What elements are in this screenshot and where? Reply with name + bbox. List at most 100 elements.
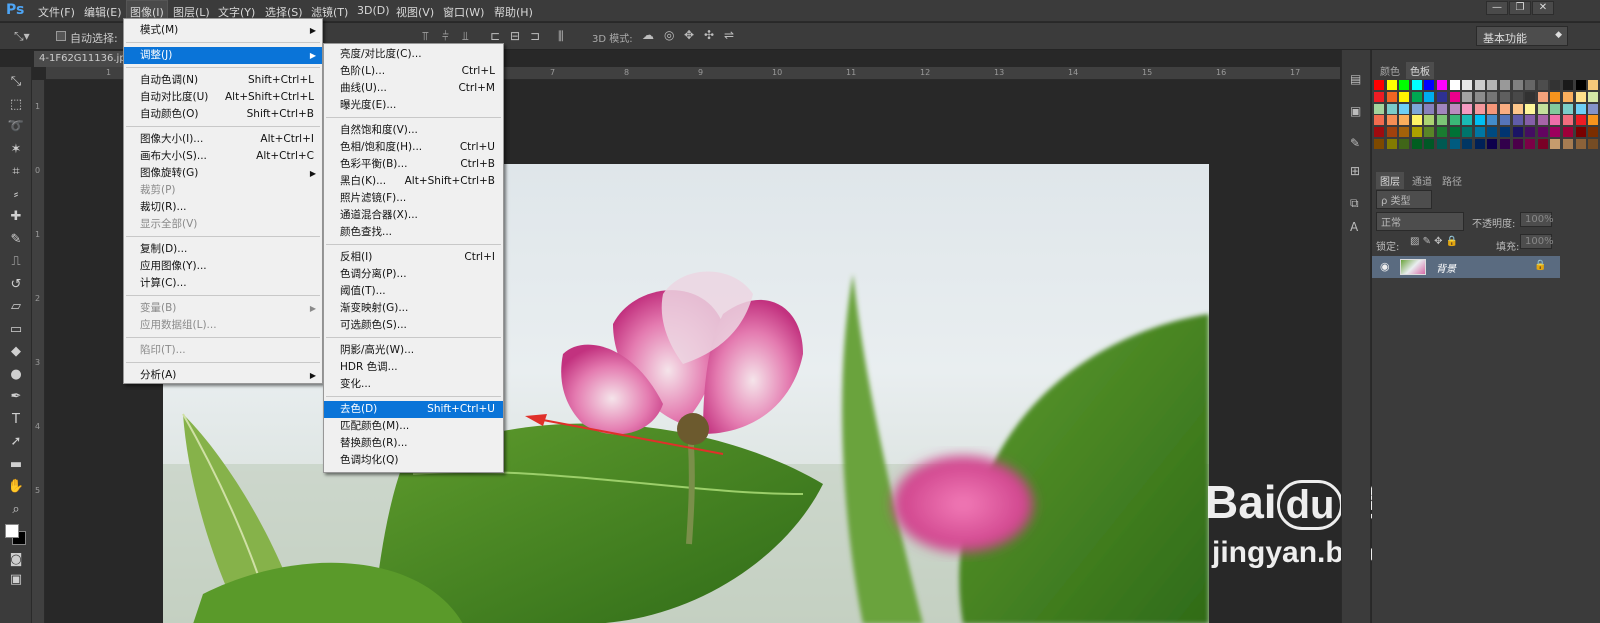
color-swatch[interactable] xyxy=(1575,91,1586,102)
color-swatch[interactable] xyxy=(1588,115,1599,126)
color-swatch[interactable] xyxy=(1424,115,1435,126)
pen-tool-icon[interactable]: ✒ xyxy=(7,388,25,406)
3d-roll-icon[interactable]: ◎ xyxy=(664,28,674,42)
color-swatch[interactable] xyxy=(1437,139,1447,149)
menu-9[interactable]: 窗口(W) xyxy=(443,4,484,20)
color-swatch[interactable] xyxy=(1411,80,1422,90)
color-swatch[interactable] xyxy=(1500,103,1510,114)
menu-item[interactable]: 反相(I) Ctrl+I xyxy=(324,249,503,266)
color-swatch[interactable] xyxy=(1563,91,1573,102)
menu-item[interactable]: 曲线(U)... Ctrl+M xyxy=(324,80,503,97)
color-swatch[interactable] xyxy=(1411,127,1422,138)
color-swatch[interactable] xyxy=(1525,139,1536,149)
color-swatch[interactable] xyxy=(1411,139,1422,149)
align-right-icon[interactable]: ⊐ xyxy=(530,29,540,43)
color-swatch[interactable] xyxy=(1588,80,1599,90)
menu-item[interactable]: 模式(M) ▶ xyxy=(124,22,322,39)
color-swatch[interactable] xyxy=(1575,103,1586,114)
color-swatch[interactable] xyxy=(1537,115,1548,126)
eye-icon[interactable]: ◉ xyxy=(1380,260,1390,273)
workspace-select[interactable]: 基本功能 ◆ xyxy=(1476,26,1568,46)
menu-item[interactable]: 阈值(T)... xyxy=(324,283,503,300)
color-swatch[interactable] xyxy=(1487,103,1498,114)
menu-item[interactable]: 黑白(K)... Alt+Shift+Ctrl+B xyxy=(324,173,503,190)
color-swatch[interactable] xyxy=(1374,139,1384,149)
color-swatch[interactable] xyxy=(1563,127,1573,138)
color-swatch[interactable] xyxy=(1563,103,1573,114)
menu-item[interactable]: 色调均化(Q) xyxy=(324,452,503,469)
color-swatch[interactable] xyxy=(1537,103,1548,114)
color-swatch[interactable] xyxy=(1474,80,1485,90)
color-swatch[interactable] xyxy=(1411,115,1422,126)
3d-slide-icon[interactable]: ✣ xyxy=(704,28,714,42)
menu-item[interactable]: 应用数据组(L)... xyxy=(124,317,322,334)
color-swatch[interactable] xyxy=(1588,103,1599,114)
menu-1[interactable]: 编辑(E) xyxy=(84,4,122,20)
auto-select-checkbox[interactable] xyxy=(56,31,66,41)
color-swatch[interactable] xyxy=(1500,127,1510,138)
tab-paths[interactable]: 路径 xyxy=(1438,172,1466,189)
color-swatch[interactable] xyxy=(1500,115,1510,126)
menu-8[interactable]: 视图(V) xyxy=(396,4,434,20)
color-swatch[interactable] xyxy=(1399,103,1410,114)
properties-icon[interactable]: ▣ xyxy=(1350,104,1361,118)
shape-tool-icon[interactable]: ▬ xyxy=(7,456,25,474)
color-swatch[interactable] xyxy=(1462,80,1473,90)
blur-tool-icon[interactable]: ◆ xyxy=(7,343,25,361)
color-swatch[interactable] xyxy=(1474,103,1485,114)
color-swatch[interactable] xyxy=(1474,139,1485,149)
color-swatch[interactable] xyxy=(1437,80,1447,90)
menu-item[interactable]: 照片滤镜(F)... xyxy=(324,190,503,207)
color-swatch[interactable] xyxy=(1374,80,1384,90)
color-swatch[interactable] xyxy=(1386,91,1397,102)
menu-7[interactable]: 3D(D) xyxy=(357,4,390,17)
zoom-tool-icon[interactable]: ⌕ xyxy=(7,501,25,519)
menu-item[interactable]: 画布大小(S)... Alt+Ctrl+C xyxy=(124,148,322,165)
color-swatch[interactable] xyxy=(1512,91,1523,102)
color-swatch[interactable] xyxy=(1550,91,1561,102)
color-swatch[interactable] xyxy=(1449,80,1460,90)
foreground-color-swatch[interactable] xyxy=(5,524,19,538)
menu-item[interactable]: 色彩平衡(B)... Ctrl+B xyxy=(324,156,503,173)
color-swatch[interactable] xyxy=(1399,80,1410,90)
lasso-tool-icon[interactable]: ➰ xyxy=(7,118,25,136)
color-swatch[interactable] xyxy=(1424,103,1435,114)
color-swatch[interactable] xyxy=(1399,139,1410,149)
color-swatch[interactable] xyxy=(1537,80,1548,90)
menu-item[interactable]: 曝光度(E)... xyxy=(324,97,503,114)
color-swatch[interactable] xyxy=(1399,91,1410,102)
color-swatch[interactable] xyxy=(1512,127,1523,138)
distribute-icon[interactable]: ⫼ xyxy=(558,29,564,44)
quick-mask-icon[interactable]: ◙ xyxy=(7,551,25,569)
align-vcenter-icon[interactable]: ⫩ xyxy=(442,29,449,44)
color-swatch[interactable] xyxy=(1424,139,1435,149)
color-swatch[interactable] xyxy=(1550,103,1561,114)
layer-row-background[interactable]: ◉ 背景 🔒 xyxy=(1372,256,1560,278)
menu-item[interactable]: 色阶(L)... Ctrl+L xyxy=(324,63,503,80)
eraser-tool-icon[interactable]: ▱ xyxy=(7,298,25,316)
opacity-input[interactable]: 100% xyxy=(1520,212,1554,227)
color-swatch[interactable] xyxy=(1437,103,1447,114)
color-swatch[interactable] xyxy=(1575,80,1586,90)
color-swatch[interactable] xyxy=(1500,80,1510,90)
color-swatch[interactable] xyxy=(1575,115,1586,126)
color-swatch[interactable] xyxy=(1411,91,1422,102)
color-swatch[interactable] xyxy=(1550,80,1561,90)
align-left-icon[interactable]: ⊏ xyxy=(490,29,500,43)
color-swatch[interactable] xyxy=(1437,127,1447,138)
color-swatch[interactable] xyxy=(1487,91,1498,102)
color-swatch[interactable] xyxy=(1487,80,1498,90)
character-icon[interactable]: A xyxy=(1350,220,1358,234)
3d-rotate-icon[interactable]: ☁ xyxy=(642,28,654,42)
menu-item[interactable]: 变量(B) ▶ xyxy=(124,300,322,317)
color-swatch[interactable] xyxy=(1575,127,1586,138)
move-tool-icon[interactable]: ⤡▾ xyxy=(14,29,30,44)
fill-input[interactable]: 100% xyxy=(1520,234,1554,249)
menu-item[interactable]: 显示全部(V) xyxy=(124,216,322,233)
menu-item[interactable]: 图像旋转(G) ▶ xyxy=(124,165,322,182)
color-swatch[interactable] xyxy=(1588,91,1599,102)
color-swatch[interactable] xyxy=(1374,103,1384,114)
menu-item[interactable]: 自动颜色(O) Shift+Ctrl+B xyxy=(124,106,322,123)
close-button[interactable]: ✕ xyxy=(1532,1,1554,15)
menu-10[interactable]: 帮助(H) xyxy=(494,4,533,20)
